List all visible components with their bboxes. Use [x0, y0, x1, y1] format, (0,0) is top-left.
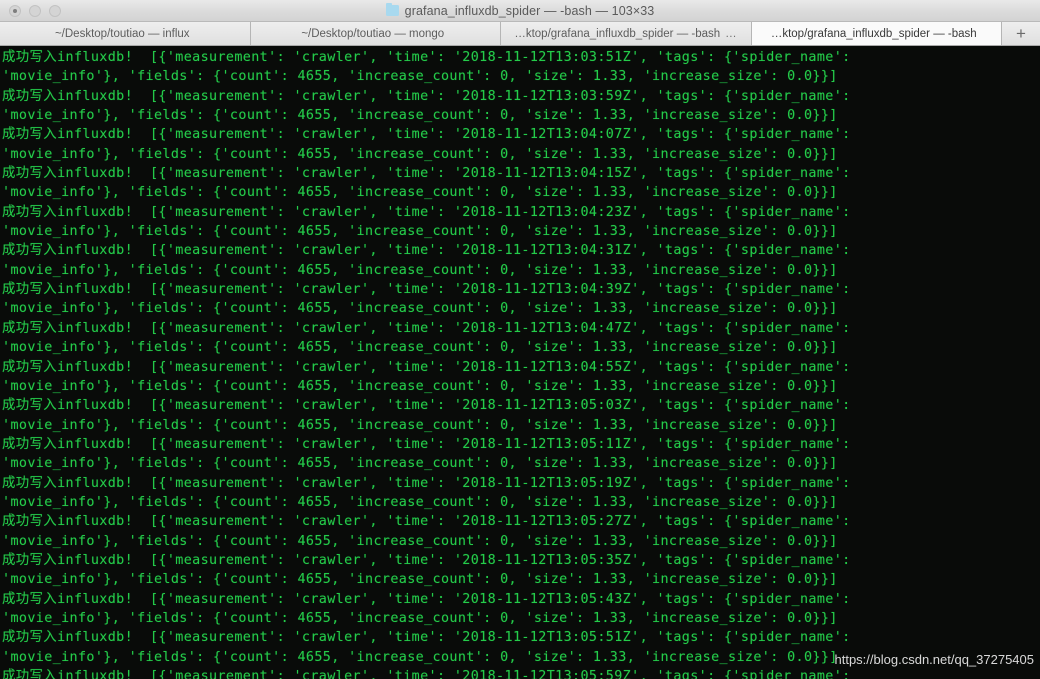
terminal-line: 成功写入influxdb! [{'measurement': 'crawler'…	[2, 166, 851, 182]
terminal-line: 成功写入influxdb! [{'measurement': 'crawler'…	[2, 630, 851, 646]
terminal-line: 成功写入influxdb! [{'measurement': 'crawler'…	[2, 204, 851, 220]
terminal-output[interactable]: 成功写入influxdb! [{'measurement': 'crawler'…	[0, 46, 1040, 679]
close-button[interactable]	[9, 4, 21, 17]
tab-spider-bash-1[interactable]: …ktop/grafana_influxdb_spider — -bash …	[501, 22, 752, 45]
terminal-line: 'movie_info'}, 'fields': {'count': 4655,…	[2, 69, 838, 85]
terminal-line: 'movie_info'}, 'fields': {'count': 4655,…	[2, 378, 838, 394]
terminal-line: 'movie_info'}, 'fields': {'count': 4655,…	[2, 417, 838, 433]
terminal-line: 成功写入influxdb! [{'measurement': 'crawler'…	[2, 88, 851, 104]
terminal-line: 成功写入influxdb! [{'measurement': 'crawler'…	[2, 243, 851, 259]
tab-bar: ~/Desktop/toutiao — influx ~/Desktop/tou…	[0, 22, 1040, 46]
terminal-line: 'movie_info'}, 'fields': {'count': 4655,…	[2, 224, 838, 240]
terminal-line: 'movie_info'}, 'fields': {'count': 4655,…	[2, 572, 838, 588]
terminal-line: 'movie_info'}, 'fields': {'count': 4655,…	[2, 533, 838, 549]
terminal-line: 'movie_info'}, 'fields': {'count': 4655,…	[2, 108, 838, 124]
terminal-line: 成功写入influxdb! [{'measurement': 'crawler'…	[2, 552, 851, 568]
folder-icon	[385, 2, 399, 16]
terminal-line: 成功写入influxdb! [{'measurement': 'crawler'…	[2, 127, 851, 143]
window-controls	[0, 4, 61, 17]
terminal-line: 'movie_info'}, 'fields': {'count': 4655,…	[2, 146, 838, 162]
terminal-line: 'movie_info'}, 'fields': {'count': 4655,…	[2, 494, 838, 510]
tab-mongo[interactable]: ~/Desktop/toutiao — mongo	[250, 22, 501, 45]
tab-spider-bash-2[interactable]: …ktop/grafana_influxdb_spider — -bash	[751, 22, 1002, 45]
tab-label: …ktop/grafana_influxdb_spider — -bash	[514, 27, 721, 40]
terminal-line: 'movie_info'}, 'fields': {'count': 4655,…	[2, 262, 838, 278]
new-tab-button[interactable]: +	[1002, 22, 1040, 45]
terminal-line: 成功写入influxdb! [{'measurement': 'crawler'…	[2, 436, 851, 452]
terminal-line: 'movie_info'}, 'fields': {'count': 4655,…	[2, 456, 838, 472]
terminal-line: 'movie_info'}, 'fields': {'count': 4655,…	[2, 340, 838, 356]
terminal-line-list: 成功写入influxdb! [{'measurement': 'crawler'…	[2, 48, 1040, 679]
terminal-line: 成功写入influxdb! [{'measurement': 'crawler'…	[2, 669, 851, 679]
terminal-line: 成功写入influxdb! [{'measurement': 'crawler'…	[2, 398, 851, 414]
tab-label: ~/Desktop/toutiao — influx	[54, 27, 190, 40]
terminal-line: 'movie_info'}, 'fields': {'count': 4655,…	[2, 610, 838, 626]
tab-label: …ktop/grafana_influxdb_spider — -bash	[770, 27, 977, 40]
window-title-group: grafana_influxdb_spider — -bash — 103×33	[0, 0, 1040, 21]
terminal-line: 'movie_info'}, 'fields': {'count': 4655,…	[2, 301, 838, 317]
tab-influx[interactable]: ~/Desktop/toutiao — influx	[0, 22, 251, 45]
terminal-line: 成功写入influxdb! [{'measurement': 'crawler'…	[2, 475, 851, 491]
title-bar: grafana_influxdb_spider — -bash — 103×33	[0, 0, 1040, 22]
zoom-button[interactable]	[49, 4, 61, 17]
terminal-line: 'movie_info'}, 'fields': {'count': 4655,…	[2, 649, 838, 665]
tab-label: ~/Desktop/toutiao — mongo	[301, 27, 445, 40]
terminal-line: 成功写入influxdb! [{'measurement': 'crawler'…	[2, 591, 851, 607]
minimize-button[interactable]	[29, 4, 41, 17]
window-title: grafana_influxdb_spider — -bash — 103×33	[404, 3, 655, 18]
tab-overflow-indicator: …	[725, 27, 738, 40]
terminal-line: 成功写入influxdb! [{'measurement': 'crawler'…	[2, 50, 851, 65]
terminal-line: 'movie_info'}, 'fields': {'count': 4655,…	[2, 185, 838, 201]
terminal-line: 成功写入influxdb! [{'measurement': 'crawler'…	[2, 359, 851, 375]
terminal-window: grafana_influxdb_spider — -bash — 103×33…	[0, 0, 1040, 679]
terminal-line: 成功写入influxdb! [{'measurement': 'crawler'…	[2, 514, 851, 530]
terminal-line: 成功写入influxdb! [{'measurement': 'crawler'…	[2, 320, 851, 336]
terminal-line: 成功写入influxdb! [{'measurement': 'crawler'…	[2, 282, 851, 298]
